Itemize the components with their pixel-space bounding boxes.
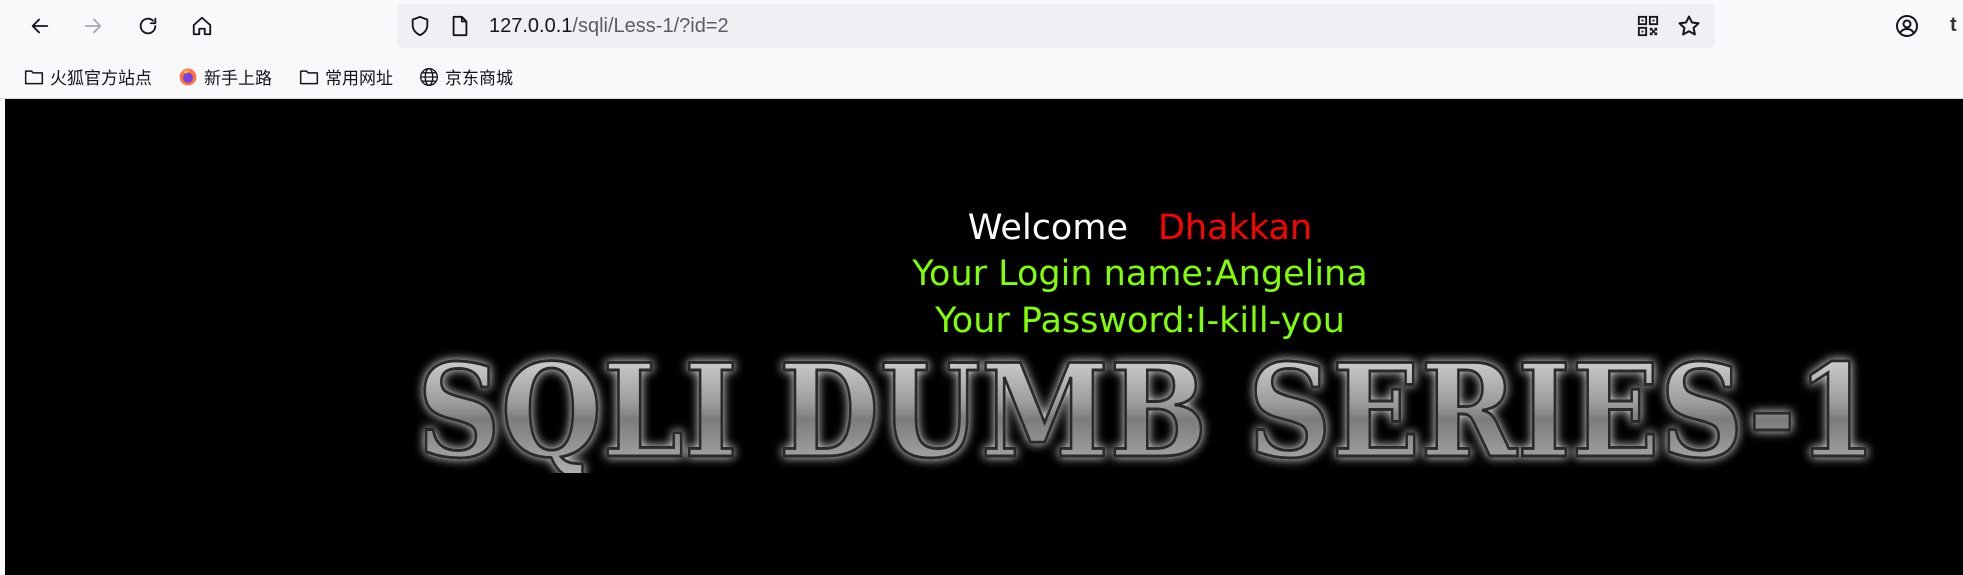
login-name-line: Your Login name:Angelina (912, 254, 1368, 294)
bookmark-item[interactable]: 新手上路 (178, 64, 272, 89)
account-icon[interactable] (1895, 14, 1919, 38)
extension-icon[interactable]: t (1950, 14, 1963, 37)
welcome-label: Welcome (967, 208, 1128, 248)
page-info-icon[interactable] (449, 15, 471, 37)
arrow-right-icon (84, 18, 102, 34)
folder-icon (299, 69, 319, 84)
qr-code-icon[interactable] (1637, 15, 1659, 37)
bookmark-item[interactable]: 火狐官方站点 (24, 64, 152, 89)
address-bar[interactable]: 127.0.0.1/sqli/Less-1/?id=2 (397, 4, 1715, 48)
bookmark-label: 火狐官方站点 (50, 69, 152, 89)
back-button[interactable] (24, 10, 56, 42)
bookmark-item[interactable]: 京东商城 (419, 64, 513, 89)
folder-icon (24, 69, 44, 84)
bookmark-item[interactable]: 常用网址 (299, 64, 393, 89)
bookmark-label: 京东商城 (445, 69, 513, 89)
welcome-username: Dhakkan (1157, 208, 1313, 248)
home-icon (192, 16, 212, 36)
browser-toolbar: 127.0.0.1/sqli/Less-1/?id=2 t (0, 0, 1963, 52)
url-text[interactable]: 127.0.0.1/sqli/Less-1/?id=2 (489, 15, 729, 37)
bookmarks-toolbar: 火狐官方站点 新手上路 常用网址 京东商城 (0, 52, 1963, 99)
shield-icon[interactable] (409, 15, 431, 37)
firefox-icon (179, 68, 197, 85)
reload-icon (139, 17, 157, 35)
arrow-left-icon (31, 18, 49, 34)
bookmark-label: 新手上路 (204, 69, 272, 89)
globe-icon (420, 67, 438, 86)
url-host: 127.0.0.1 (489, 15, 573, 37)
welcome-line: Welcome Dhakkan (5, 206, 1963, 250)
bookmark-star-icon[interactable] (1677, 14, 1701, 38)
bookmark-label: 常用网址 (325, 69, 393, 89)
forward-button[interactable] (77, 10, 109, 42)
url-path: /sqli/Less-1/?id=2 (572, 15, 729, 37)
page-content: Welcome Dhakkan Your Login name:Angelina … (5, 99, 1963, 575)
password-line: Your Password:I-kill-you (935, 301, 1345, 341)
banner-text: SQLI DUMB SERIES-1 (417, 338, 1877, 473)
home-button[interactable] (186, 10, 218, 42)
reload-button[interactable] (132, 10, 164, 42)
sqli-dumb-series-banner: SQLI DUMB SERIES-1 (416, 338, 1879, 473)
